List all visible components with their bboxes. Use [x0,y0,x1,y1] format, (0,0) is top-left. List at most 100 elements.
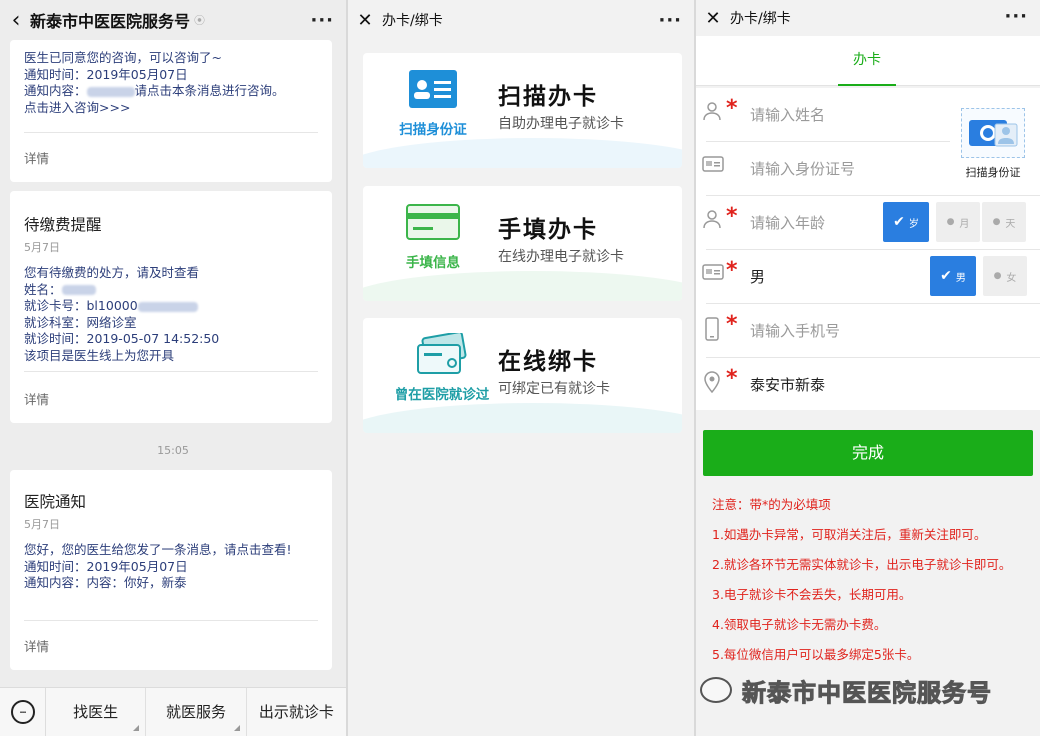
message-card-payment[interactable]: 待缴费提醒 5月7日 您有待缴费的处方，请及时查看 姓名： 就诊卡号：bl100… [10,191,332,423]
option-icon-label: 手填信息 [406,255,460,271]
card-icon [406,204,460,240]
close-icon[interactable]: ✕ [696,8,730,29]
msg-line: 您有待缴费的处方，请及时查看 [24,265,200,280]
phone-input[interactable]: 请输入手机号 [750,320,840,341]
service-menu-bar: ··· 找医生 就医服务 出示就诊卡 [0,687,346,736]
divider [24,132,318,133]
apply-form: * 请输入姓名 请输入身份证号 扫描身份证 * 请输入年龄 ✔ 岁 ● 月 ● 天 [696,88,1040,410]
msg-line: 就诊科室：网络诊室 [24,314,137,330]
watermark: 新泰市中医医院服务号 [700,670,1040,710]
msg-title: 医院通知 [24,493,87,511]
more-icon[interactable]: ··· [658,10,682,31]
required-mark: * [726,258,738,283]
gender-male[interactable]: ✔ 男 [930,256,976,296]
location-icon: ⦿ [194,14,206,27]
msg-line: 姓名： [24,282,318,299]
detail-link[interactable]: 详情 [24,636,49,655]
option-scan-card[interactable]: 扫描身份证 扫描办卡 自助办理电子就诊卡 [363,53,682,168]
option-title: 在线绑卡 [498,349,598,375]
msg-title: 待缴费提醒 [24,216,102,234]
close-icon[interactable]: ✕ [348,10,382,31]
note-item: 4.领取电子就诊卡无需办卡费。 [712,617,887,632]
option-manual-card[interactable]: 手填信息 手填办卡 在线办理电子就诊卡 [363,186,682,301]
notes-list: 注意：带*的为必填项 1.如遇办卡异常，可取消关注后，重新关注即可。 2.就诊各… [712,490,1040,670]
note-item: 2.就诊各环节无需实体就诊卡，出示电子就诊卡即可。 [712,557,1012,572]
watermark-text: 新泰市中医医院服务号 [742,678,992,707]
wave-decoration [363,271,682,301]
option-title: 扫描办卡 [498,84,598,110]
gender-row: * 男 ✔ 男 ● 女 [696,250,1040,304]
detail-link[interactable]: 详情 [24,389,49,408]
id-number-input[interactable]: 请输入身份证号 [750,158,855,179]
msg-line: 通知时间：2019年05月07日 [24,66,188,82]
id-card-icon [409,70,457,108]
back-icon[interactable]: ‹ [2,8,30,33]
message-card-consult[interactable]: 医生已同意您的咨询，可以咨询了~ 通知时间：2019年05月07日 通知内容：请… [10,40,332,182]
msg-line: 该项目是医生线上为您开具 [24,347,175,363]
option-subtitle: 在线办理电子就诊卡 [498,249,624,265]
keyboard-toggle[interactable]: ··· [0,687,46,736]
msg-line: 您好，您的医生给您发了一条消息，请点击查看! [24,542,292,557]
page-title: 办卡/绑卡 [382,13,443,29]
menu-find-doctor[interactable]: 找医生 [46,687,147,736]
note-item: 1.如遇办卡异常，可取消关注后，重新关注即可。 [712,527,987,542]
msg-line: 就诊时间：2019-05-07 14:52:50 [24,331,220,346]
menu-medical-service[interactable]: 就医服务 [146,687,247,736]
more-icon[interactable]: ··· [310,10,334,31]
age-input[interactable]: 请输入年龄 [750,212,825,233]
age-row: * 请输入年龄 ✔ 岁 ● 月 ● 天 [696,196,1040,250]
chat-title: 新泰市中医医院服务号 [30,12,191,31]
camera-icon [961,108,1025,158]
option-subtitle: 自助办理电子就诊卡 [498,116,624,132]
wave-decoration [363,403,682,433]
person-icon [702,209,722,229]
card-options-panel: ✕ 办卡/绑卡 ··· 扫描身份证 扫描办卡 自助办理电子就诊卡 手填信息 手填… [348,0,694,736]
form-header: ✕ 办卡/绑卡 ··· [696,0,1040,36]
option-bind-card[interactable]: 曾在医院就诊过 在线绑卡 可绑定已有就诊卡 [363,318,682,433]
id-card-icon [702,155,724,175]
tab-apply-card[interactable]: 办卡 [838,36,896,86]
id-card-icon [702,263,724,283]
timestamp: 15:05 [157,444,189,457]
submit-button[interactable]: 完成 [703,430,1033,476]
consult-link[interactable]: 点击进入咨询>>> [24,100,318,117]
note-item: 注意：带*的为必填项 [712,497,831,512]
divider [24,620,318,621]
gender-female[interactable]: ● 女 [983,256,1027,296]
age-unit-day[interactable]: ● 天 [982,202,1026,242]
required-mark: * [726,366,738,391]
more-icon[interactable]: ··· [1004,6,1028,27]
detail-link[interactable]: 详情 [24,148,49,167]
required-mark: * [726,96,738,121]
option-icon-label: 扫描身份证 [399,122,467,138]
submenu-indicator-icon [133,724,140,731]
name-input[interactable]: 请输入姓名 [750,104,825,125]
scan-id-button[interactable]: 扫描身份证 [958,108,1028,180]
redacted [137,301,198,312]
phone-icon [702,317,722,341]
location-pin-icon [702,371,722,394]
msg-line: 就诊卡号：bl10000 [24,298,318,315]
redacted [61,285,96,295]
msg-line: 通知内容：内容：你好，新泰 [24,575,187,590]
msg-date: 5月7日 [24,518,60,531]
message-card-notice[interactable]: 医院通知 5月7日 您好，您的医生给您发了一条消息，请点击查看! 通知时间：20… [10,470,332,670]
address-value[interactable]: 泰安市新泰 [750,374,825,395]
menu-show-card[interactable]: 出示就诊卡 [247,688,346,736]
option-subtitle: 可绑定已有就诊卡 [498,381,610,397]
divider [24,371,318,372]
msg-line: 通知内容： 请点击本条消息进行咨询。 [24,83,285,98]
age-unit-year[interactable]: ✔ 岁 [883,202,929,242]
tab-bar: 办卡 [696,36,1040,86]
phone-row: * 请输入手机号 [696,304,1040,358]
wave-decoration [363,138,682,168]
msg-date: 5月7日 [24,241,60,254]
person-icon [702,101,722,121]
age-unit-month[interactable]: ● 月 [936,202,980,242]
required-mark: * [726,204,738,229]
card-header: ✕ 办卡/绑卡 ··· [348,0,694,40]
gender-value: 男 [750,268,766,286]
keyboard-icon: ··· [10,700,35,724]
note-item: 3.电子就诊卡不会丢失，长期可用。 [712,587,912,602]
required-mark: * [726,312,738,337]
